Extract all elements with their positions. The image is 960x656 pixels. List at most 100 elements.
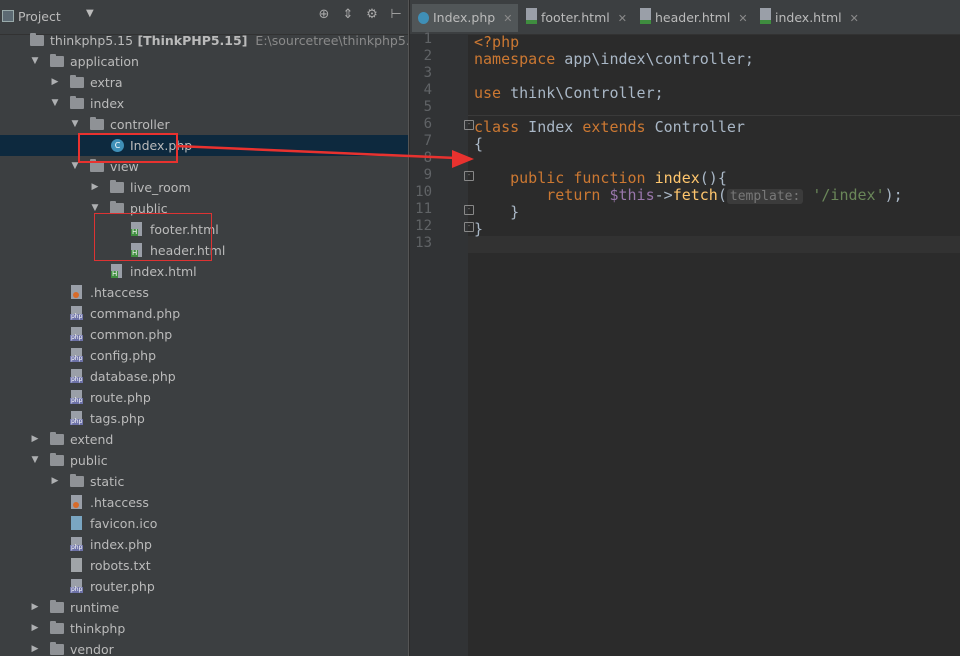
line-number: 7 <box>423 133 432 149</box>
collapse-all-icon[interactable]: ⇕ <box>340 7 356 22</box>
chevron-right-icon[interactable]: ▶ <box>30 639 40 656</box>
fold-marker-icon[interactable]: - <box>464 205 474 215</box>
chevron-down-icon[interactable]: ▼ <box>70 114 80 135</box>
tab-footer-html[interactable]: footer.html ✕ <box>520 4 632 32</box>
tree-item[interactable]: ▼ public <box>0 450 408 471</box>
chevron-right-icon[interactable]: ▶ <box>90 177 100 198</box>
chevron-right-icon[interactable]: ▶ <box>50 72 60 93</box>
editor-tabs: Index.php ✕ footer.html ✕ header.html ✕ index.… <box>410 0 960 35</box>
tree-item[interactable]: command.php <box>0 303 408 324</box>
tab-index-php[interactable]: Index.php ✕ <box>412 4 518 32</box>
tree-item[interactable]: C Index.php <box>0 135 408 156</box>
tree-item[interactable]: tags.php <box>0 408 408 429</box>
project-icon <box>2 10 14 22</box>
keyword: namespace <box>474 50 556 68</box>
brace: } <box>474 220 484 238</box>
tree-item[interactable]: common.php <box>0 324 408 345</box>
tree-item[interactable]: ▼ application <box>0 51 408 72</box>
line-number: 10 <box>415 184 432 200</box>
line-number: 8 <box>423 150 432 166</box>
chevron-right-icon[interactable]: ▶ <box>50 471 60 492</box>
tree-item[interactable]: route.php <box>0 387 408 408</box>
close-icon[interactable]: ✕ <box>850 12 859 25</box>
line-number: 13 <box>415 235 432 251</box>
chevron-down-icon[interactable]: ▼ <box>30 450 40 471</box>
tree-item[interactable]: index.html <box>0 261 408 282</box>
chevron-down-icon[interactable]: ▼ <box>50 93 60 114</box>
project-view-selector[interactable]: Project <box>18 9 61 24</box>
tree-item[interactable]: router.php <box>0 576 408 597</box>
tab-header-html[interactable]: header.html ✕ <box>634 4 752 32</box>
tree-item[interactable]: ▶ extend <box>0 429 408 450</box>
annotation-box-index-php <box>78 133 178 163</box>
tree-item[interactable]: database.php <box>0 366 408 387</box>
operator: -> <box>654 186 673 204</box>
chevron-down-icon[interactable]: ▼ <box>86 8 94 19</box>
tree-item-label: index.php <box>90 537 152 552</box>
editor-panel: Index.php ✕ footer.html ✕ header.html ✕ index.… <box>410 0 960 656</box>
fold-marker-icon[interactable]: - <box>464 120 474 130</box>
project-path: E:\sourcetree\thinkphp5.15 <box>255 33 408 48</box>
tree-item[interactable]: ▶ thinkphp <box>0 618 408 639</box>
tree-item[interactable]: ▼ view <box>0 156 408 177</box>
line-number: 12 <box>415 218 432 234</box>
tree-item-label: favicon.ico <box>90 516 158 531</box>
php-file-icon <box>70 390 84 404</box>
target-icon[interactable]: ⊕ <box>316 7 332 22</box>
fold-marker-icon[interactable]: - <box>464 222 474 232</box>
tree-item[interactable]: ▶ static <box>0 471 408 492</box>
tree-item-label: thinkphp5.15 [ThinkPHP5.15] E:\sourcetree… <box>50 30 408 51</box>
chevron-right-icon[interactable]: ▶ <box>30 429 40 450</box>
brace: } <box>510 203 520 221</box>
tab-index-html[interactable]: index.html ✕ <box>754 4 860 32</box>
tree-item[interactable]: ▶ extra <box>0 72 408 93</box>
tree-item-label: live_room <box>130 180 191 195</box>
fold-marker-icon[interactable]: - <box>464 171 474 181</box>
tab-label: footer.html <box>541 10 610 25</box>
tree-item[interactable]: ▶ live_room <box>0 177 408 198</box>
tab-label: Index.php <box>433 10 496 25</box>
line-number: 11 <box>415 201 432 217</box>
tree-item-label: controller <box>110 117 170 132</box>
php-file-icon <box>70 579 84 593</box>
module-name: [ThinkPHP5.15] <box>133 33 248 48</box>
tree-item[interactable]: ▼ index <box>0 93 408 114</box>
chevron-right-icon[interactable]: ▶ <box>30 597 40 618</box>
html-file-icon <box>526 8 537 24</box>
html-file-icon <box>111 264 122 278</box>
tree-item-label: route.php <box>90 390 151 405</box>
tree-item[interactable]: favicon.ico <box>0 513 408 534</box>
gear-icon[interactable]: ⚙ <box>364 7 380 22</box>
tree-item-label: runtime <box>70 600 120 615</box>
folder-icon <box>50 642 64 655</box>
tree-item[interactable]: ▶ vendor <box>0 639 408 656</box>
tree-item[interactable]: config.php <box>0 345 408 366</box>
close-icon[interactable]: ✕ <box>618 12 627 25</box>
tree-item[interactable]: ▼ controller <box>0 114 408 135</box>
tree-item[interactable]: .htaccess <box>0 282 408 303</box>
chevron-right-icon[interactable]: ▶ <box>30 618 40 639</box>
folder-icon <box>50 432 64 445</box>
folder-icon <box>90 117 104 130</box>
code-line-2: namespace app\index\controller; <box>474 51 754 68</box>
tree-item[interactable]: robots.txt <box>0 555 408 576</box>
folder-icon <box>50 453 64 466</box>
tree-item[interactable]: .htaccess <box>0 492 408 513</box>
tree-item-label: config.php <box>90 348 157 363</box>
string-literal: '/index' <box>812 186 885 204</box>
close-icon[interactable]: ✕ <box>738 12 747 25</box>
close-icon[interactable]: ✕ <box>503 12 512 25</box>
code-line-1: <?php <box>474 34 519 51</box>
code-line-11: } <box>474 204 519 221</box>
tree-item[interactable]: ▶ runtime <box>0 597 408 618</box>
hide-panel-icon[interactable]: ⊢ <box>388 7 404 22</box>
keyword: class <box>474 118 520 136</box>
ht-file-icon <box>71 495 82 509</box>
tree-item[interactable]: index.php <box>0 534 408 555</box>
variable: $this <box>600 186 655 204</box>
line-number: 5 <box>423 99 432 115</box>
chevron-down-icon[interactable]: ▼ <box>30 51 40 72</box>
method-signature: (){ <box>699 169 727 187</box>
parent-class: Controller <box>645 118 745 136</box>
tree-item[interactable]: thinkphp5.15 [ThinkPHP5.15] E:\sourcetree… <box>0 30 408 51</box>
